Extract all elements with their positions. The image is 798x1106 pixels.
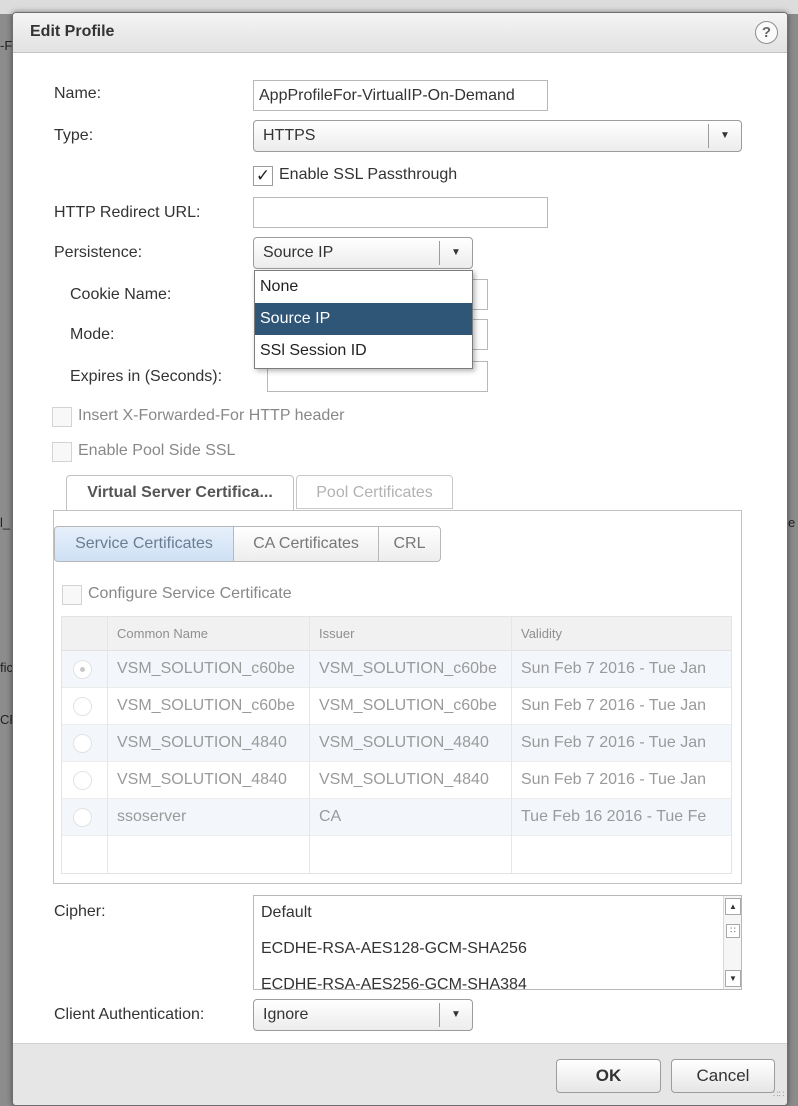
table-row[interactable]: VSM_SOLUTION_4840 VSM_SOLUTION_4840 Sun … bbox=[62, 762, 731, 799]
tab-ca-certificates[interactable]: CA Certificates bbox=[233, 526, 379, 562]
certificates-table: Common Name Issuer Validity VSM_SOLUTION… bbox=[61, 616, 732, 874]
cell-common-name: VSM_SOLUTION_4840 bbox=[117, 771, 287, 788]
pool-side-ssl-label: Enable Pool Side SSL bbox=[78, 442, 236, 459]
persistence-dropdown-list: None Source IP SSl Session ID bbox=[254, 270, 473, 369]
row-select-radio[interactable] bbox=[73, 734, 92, 753]
cell-validity: Sun Feb 7 2016 - Tue Jan bbox=[521, 697, 707, 714]
configure-service-certificate-checkbox[interactable] bbox=[62, 585, 82, 605]
persistence-option-ssl-session-id[interactable]: SSl Session ID bbox=[255, 335, 472, 367]
cell-issuer: VSM_SOLUTION_c60be bbox=[319, 660, 497, 677]
cipher-option[interactable]: Default bbox=[261, 904, 312, 922]
type-label: Type: bbox=[54, 127, 94, 144]
chevron-down-icon: ▼ bbox=[439, 1003, 472, 1027]
persistence-select-value: Source IP bbox=[263, 244, 334, 261]
ok-button[interactable]: OK bbox=[556, 1059, 661, 1093]
scroll-down-icon[interactable]: ▼ bbox=[725, 970, 741, 987]
type-select-value: HTTPS bbox=[263, 127, 316, 144]
row-select-radio[interactable] bbox=[73, 808, 92, 827]
column-divider bbox=[511, 617, 512, 873]
cipher-label: Cipher: bbox=[54, 903, 106, 920]
cell-issuer: VSM_SOLUTION_c60be bbox=[319, 697, 497, 714]
table-header: Common Name Issuer Validity bbox=[62, 617, 731, 651]
cell-common-name: ssoserver bbox=[117, 808, 187, 825]
persistence-option-none[interactable]: None bbox=[255, 271, 472, 303]
scroll-thumb-icon[interactable]: ∷ bbox=[726, 924, 740, 938]
cipher-listbox[interactable]: Default ECDHE-RSA-AES128-GCM-SHA256 ECDH… bbox=[253, 895, 742, 990]
cancel-button[interactable]: Cancel bbox=[671, 1059, 775, 1093]
cookie-name-label: Cookie Name: bbox=[70, 286, 172, 303]
row-select-radio[interactable] bbox=[73, 771, 92, 790]
client-authentication-select[interactable]: Ignore ▼ bbox=[253, 999, 473, 1031]
persistence-option-source-ip[interactable]: Source IP bbox=[255, 303, 472, 335]
table-row[interactable]: VSM_SOLUTION_4840 VSM_SOLUTION_4840 Sun … bbox=[62, 725, 731, 762]
column-header-validity[interactable]: Validity bbox=[521, 617, 562, 651]
row-select-radio[interactable] bbox=[73, 660, 92, 679]
tab-virtual-server-certificates[interactable]: Virtual Server Certifica... bbox=[66, 475, 294, 510]
ssl-passthrough-label: Enable SSL Passthrough bbox=[279, 166, 458, 183]
scroll-up-icon[interactable]: ▲ bbox=[725, 898, 741, 915]
dialog-title-bar[interactable]: Edit Profile ? bbox=[13, 13, 787, 53]
help-icon[interactable]: ? bbox=[755, 21, 778, 44]
background-text-fragment: -F bbox=[0, 38, 13, 53]
cipher-scrollbar[interactable]: ▲ ∷ ▼ bbox=[723, 896, 741, 989]
resize-grip-icon[interactable]: ∷∷ bbox=[773, 1090, 785, 1103]
column-header-issuer[interactable]: Issuer bbox=[319, 617, 354, 651]
pool-side-ssl-checkbox[interactable] bbox=[52, 442, 72, 462]
cell-common-name: VSM_SOLUTION_4840 bbox=[117, 734, 287, 751]
expires-label: Expires in (Seconds): bbox=[70, 368, 223, 385]
cipher-option[interactable]: ECDHE-RSA-AES128-GCM-SHA256 bbox=[261, 940, 527, 958]
cell-common-name: VSM_SOLUTION_c60be bbox=[117, 697, 295, 714]
mode-label: Mode: bbox=[70, 326, 115, 343]
tab-service-certificates[interactable]: Service Certificates bbox=[54, 526, 234, 562]
cell-validity: Sun Feb 7 2016 - Tue Jan bbox=[521, 660, 707, 677]
name-label: Name: bbox=[54, 85, 102, 102]
table-row[interactable]: VSM_SOLUTION_c60be VSM_SOLUTION_c60be Su… bbox=[62, 651, 731, 688]
column-divider bbox=[309, 617, 310, 873]
edit-profile-dialog: Edit Profile ? Name: AppProfileFor-Virtu… bbox=[12, 12, 788, 1106]
persistence-select[interactable]: Source IP ▼ bbox=[253, 237, 473, 269]
cell-issuer: CA bbox=[319, 808, 342, 825]
client-authentication-value: Ignore bbox=[263, 1006, 309, 1023]
table-row[interactable]: VSM_SOLUTION_c60be VSM_SOLUTION_c60be Su… bbox=[62, 688, 731, 725]
cell-validity: Tue Feb 16 2016 - Tue Fe bbox=[521, 808, 707, 825]
chevron-down-icon: ▼ bbox=[708, 124, 741, 148]
column-divider bbox=[107, 617, 108, 873]
cell-issuer: VSM_SOLUTION_4840 bbox=[319, 734, 489, 751]
cell-validity: Sun Feb 7 2016 - Tue Jan bbox=[521, 734, 707, 751]
cell-issuer: VSM_SOLUTION_4840 bbox=[319, 771, 489, 788]
tab-pool-certificates[interactable]: Pool Certificates bbox=[296, 475, 453, 509]
background-text-fragment: l_ bbox=[0, 515, 11, 530]
table-row[interactable]: ssoserver CA Tue Feb 16 2016 - Tue Fe bbox=[62, 799, 731, 836]
type-select[interactable]: HTTPS ▼ bbox=[253, 120, 742, 152]
dialog-title: Edit Profile bbox=[30, 23, 115, 40]
background-text-fragment: e bbox=[788, 515, 796, 530]
tab-crl[interactable]: CRL bbox=[378, 526, 441, 562]
cell-validity: Sun Feb 7 2016 - Tue Jan bbox=[521, 771, 707, 788]
cell-common-name: VSM_SOLUTION_c60be bbox=[117, 660, 295, 677]
redirect-url-label: HTTP Redirect URL: bbox=[54, 204, 201, 221]
ssl-passthrough-checkbox[interactable]: ✓ bbox=[253, 166, 273, 186]
persistence-label: Persistence: bbox=[54, 244, 143, 261]
configure-service-certificate-label: Configure Service Certificate bbox=[88, 585, 292, 602]
cipher-option[interactable]: ECDHE-RSA-AES256-GCM-SHA384 bbox=[261, 976, 527, 989]
insert-xff-label: Insert X-Forwarded-For HTTP header bbox=[78, 407, 345, 424]
insert-xff-checkbox[interactable] bbox=[52, 407, 72, 427]
redirect-url-input[interactable] bbox=[253, 197, 548, 228]
column-header-common-name[interactable]: Common Name bbox=[117, 617, 208, 651]
chevron-down-icon: ▼ bbox=[439, 241, 472, 265]
name-input[interactable]: AppProfileFor-VirtualIP-On-Demand bbox=[253, 80, 548, 111]
row-select-radio[interactable] bbox=[73, 697, 92, 716]
client-authentication-label: Client Authentication: bbox=[54, 1006, 205, 1023]
